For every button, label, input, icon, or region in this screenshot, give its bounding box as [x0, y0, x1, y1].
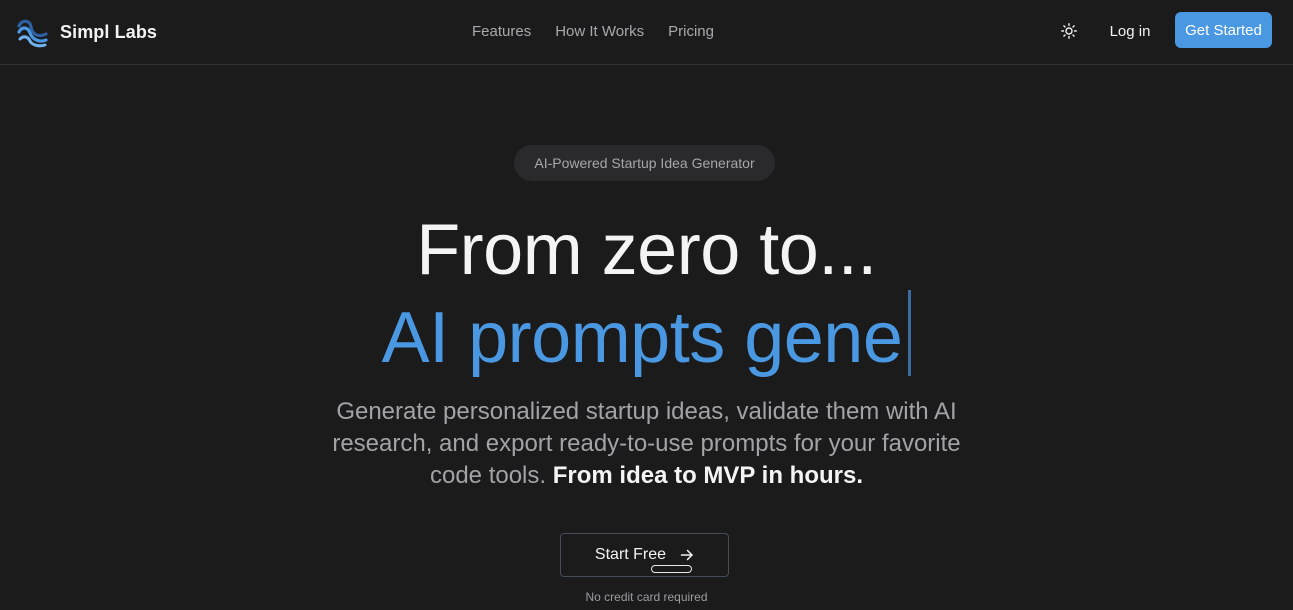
start-free-label: Start Free — [594, 546, 667, 563]
main-nav: Features How It Works Pricing — [472, 20, 714, 42]
no-credit-card-note: No credit card required — [585, 590, 708, 604]
arrow-right-icon — [680, 549, 693, 561]
login-link[interactable]: Log in — [1099, 18, 1161, 44]
hero-subtitle: Generate personalized startup ideas, val… — [318, 396, 975, 492]
simpl-labs-logo-icon — [17, 19, 48, 48]
hero-subtitle-emphasis: From idea to MVP in hours. — [552, 462, 863, 489]
brand-home-link[interactable]: Simpl Labs — [16, 15, 157, 49]
typing-cursor — [908, 290, 912, 376]
nav-item-features[interactable]: Features — [472, 23, 531, 40]
hero-headline-typing: AI prompts gene — [0, 290, 1293, 378]
hero-headline-typed-text: AI prompts gene — [381, 298, 903, 378]
hero-badge: AI-Powered Startup Idea Generator — [514, 145, 775, 181]
get-started-button[interactable]: Get Started — [1175, 12, 1272, 48]
theme-toggle-button[interactable] — [1056, 18, 1082, 44]
brand-name: Simpl Labs — [60, 21, 158, 42]
hero-section: AI-Powered Startup Idea Generator From z… — [0, 65, 1293, 610]
hero-headline-line1: From zero to... — [416, 210, 877, 290]
nav-item-how-it-works[interactable]: How It Works — [555, 23, 644, 40]
top-navigation-bar: Simpl Labs Features How It Works Pricing… — [0, 0, 1293, 65]
nav-item-pricing[interactable]: Pricing — [668, 23, 714, 40]
start-free-button[interactable]: Start Free — [560, 533, 729, 577]
sun-icon — [1061, 23, 1077, 39]
button-underline-decoration — [651, 565, 692, 573]
